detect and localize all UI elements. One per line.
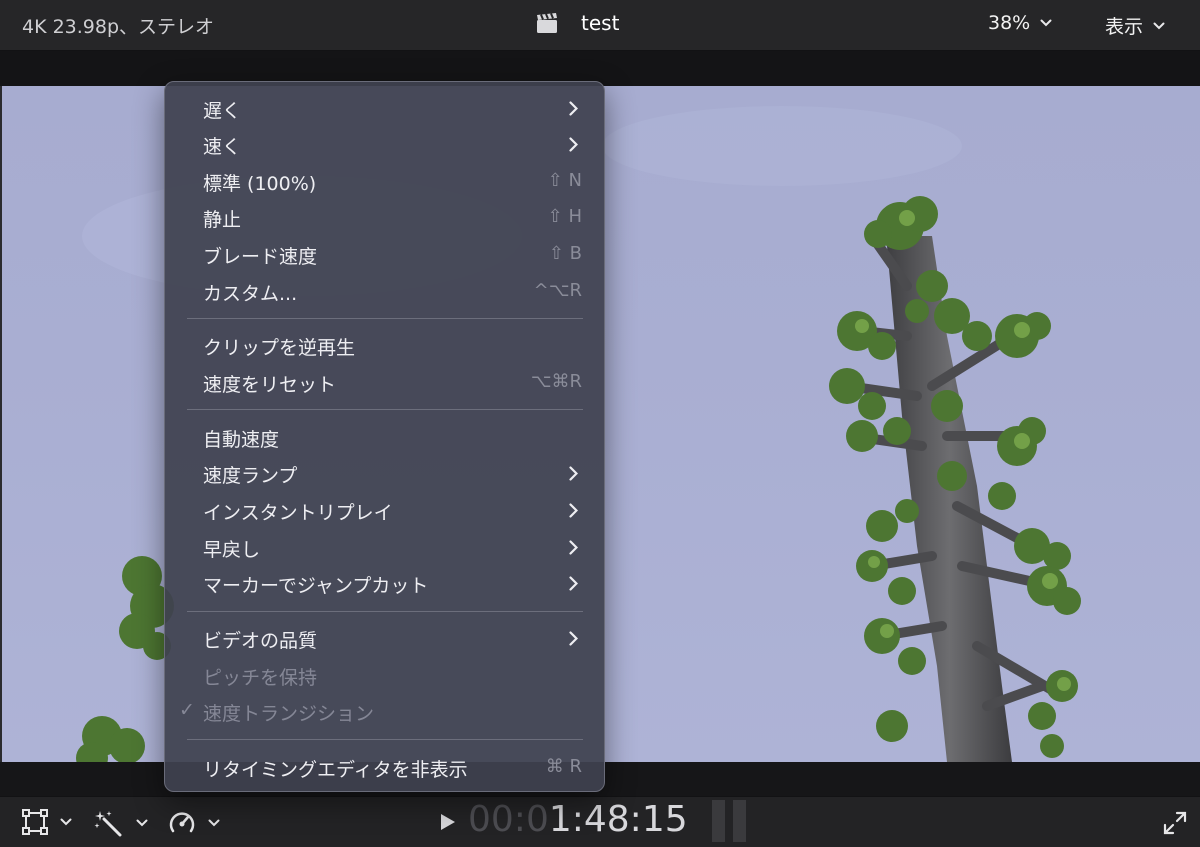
menu-item-video-quality[interactable]: ビデオの品質 [165, 620, 604, 656]
enhance-tool-popup[interactable] [94, 809, 148, 837]
menu-item-reverse-clip[interactable]: クリップを逆再生 [165, 327, 604, 363]
menu-item-label: マーカーでジャンプカット [203, 575, 429, 597]
menu-separator [187, 611, 583, 612]
menu-item-label: 速度トランジション [203, 703, 375, 725]
audio-meter [712, 800, 746, 842]
menu-item-label: 標準 (100%) [203, 173, 317, 195]
menu-item-normal-speed[interactable]: 標準 (100%) ⇧ N [165, 163, 604, 199]
chevron-down-icon [208, 819, 220, 827]
chevron-down-icon [1153, 22, 1165, 29]
menu-item-slow[interactable]: 遅く [165, 90, 604, 126]
menu-item-reset-speed[interactable]: 速度をリセット ⌥⌘R [165, 364, 604, 400]
menu-separator [187, 409, 583, 410]
menu-item-label: 自動速度 [203, 429, 280, 451]
menu-item-instant-replay[interactable]: インスタントリプレイ [165, 492, 604, 528]
menu-item-blade-speed[interactable]: ブレード速度 ⇧ B [165, 236, 604, 272]
menu-item-label: 速度ランプ [203, 465, 298, 487]
chevron-right-icon [569, 466, 578, 481]
chevron-right-icon [569, 631, 578, 646]
retime-speedometer-icon [169, 812, 195, 833]
chevron-right-icon [569, 137, 578, 152]
chevron-down-icon [1040, 19, 1052, 27]
menu-item-automatic-speed[interactable]: 自動速度 [165, 419, 604, 455]
shortcut-label: ⇧ H [547, 206, 582, 227]
menu-item-preserve-pitch: ピッチを保持 [165, 657, 604, 693]
chevron-right-icon [569, 576, 578, 591]
zoom-value: 38% [988, 12, 1031, 34]
shortcut-label: ⌥⌘R [530, 371, 582, 392]
retime-context-menu: 遅く 速く 標準 (100%) ⇧ N 静止 ⇧ H ブレード速度 ⇧ B カス… [164, 81, 605, 792]
menu-item-label: リタイミングエディタを非表示 [203, 759, 468, 781]
menu-item-label: クリップを逆再生 [203, 337, 356, 359]
chevron-right-icon [569, 540, 578, 555]
timecode-value: 1:48:15 [548, 799, 688, 840]
chevron-down-icon [136, 819, 148, 827]
viewer-header: 4K 23.98p、ステレオ test 38% 表示 [0, 0, 1200, 51]
menu-item-custom[interactable]: カスタム... ^⌥R [165, 273, 604, 309]
menu-item-label: 早戻し [203, 539, 261, 561]
shortcut-label: ⇧ B [548, 243, 582, 264]
menu-item-speed-ramp[interactable]: 速度ランプ [165, 455, 604, 491]
project-title: test [581, 11, 620, 35]
play-icon[interactable] [440, 813, 456, 831]
magic-wand-icon [94, 811, 122, 837]
menu-separator [187, 318, 583, 319]
chevron-down-icon [60, 818, 72, 826]
menu-item-jump-cut-at-markers[interactable]: マーカーでジャンプカット [165, 565, 604, 601]
clapperboard-icon [537, 13, 557, 33]
menu-item-label: ピッチを保持 [203, 667, 318, 689]
menu-item-rewind[interactable]: 早戻し [165, 529, 604, 565]
timecode-display[interactable]: 00:0 1:48:15 [440, 799, 688, 840]
menu-item-fast[interactable]: 速く [165, 126, 604, 162]
view-label: 表示 [1105, 16, 1144, 38]
chevron-right-icon [569, 101, 578, 116]
menu-item-speed-transitions: ✓ 速度トランジション [165, 693, 604, 729]
retime-tool-popup[interactable] [168, 809, 220, 837]
menu-item-label: 速度をリセット [203, 374, 337, 396]
transform-tool-popup[interactable] [22, 809, 72, 835]
menu-item-label: 速く [203, 136, 242, 158]
zoom-popup[interactable]: 38% [988, 12, 1052, 34]
menu-item-hold[interactable]: 静止 ⇧ H [165, 199, 604, 235]
checkmark-icon: ✓ [179, 699, 195, 721]
menu-item-label: インスタントリプレイ [203, 502, 393, 524]
viewer-footer: 00:0 1:48:15 [0, 796, 1200, 847]
view-popup[interactable]: 表示 [1105, 12, 1165, 39]
menu-item-label: 静止 [203, 209, 242, 231]
shortcut-label: ^⌥R [533, 280, 582, 301]
timecode-leading: 00:0 [468, 799, 549, 840]
menu-item-hide-retime-editor[interactable]: リタイミングエディタを非表示 ⌘ R [165, 749, 604, 785]
menu-item-label: カスタム... [203, 283, 298, 305]
project-title-group: test [535, 11, 619, 35]
shortcut-label: ⌘ R [545, 756, 582, 777]
shortcut-label: ⇧ N [547, 170, 582, 191]
fullscreen-icon[interactable] [1162, 810, 1188, 836]
menu-separator [187, 739, 583, 740]
menu-item-label: 遅く [203, 100, 242, 122]
transform-icon [22, 809, 48, 835]
menu-item-label: ビデオの品質 [203, 630, 318, 652]
menu-item-label: ブレード速度 [203, 246, 318, 268]
chevron-right-icon [569, 503, 578, 518]
format-info: 4K 23.98p、ステレオ [22, 16, 215, 38]
